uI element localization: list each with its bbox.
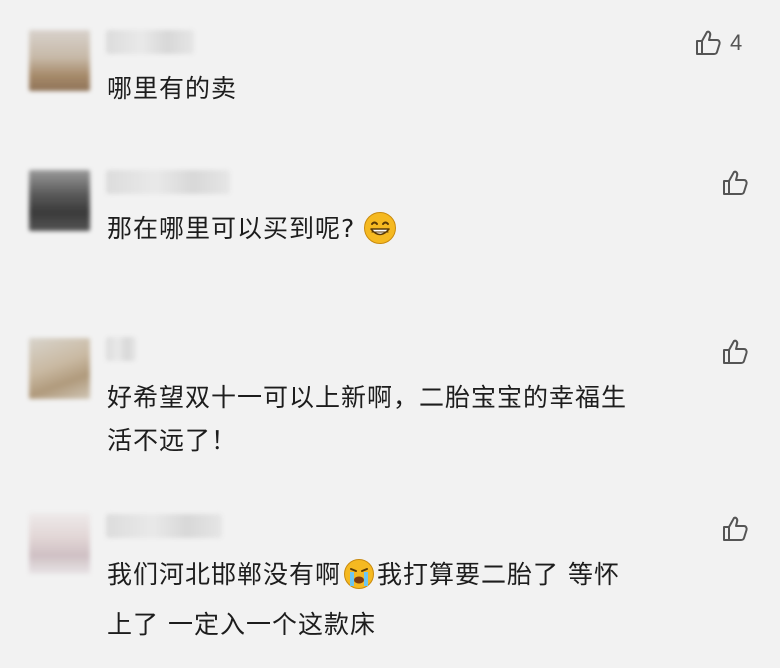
like-button[interactable] [721, 515, 749, 543]
comment-text-line: 上了 一定入一个这款床 [107, 610, 376, 639]
username[interactable] [106, 514, 222, 538]
thumbs-up-icon [723, 516, 748, 541]
comment-item: 我们河北邯郸没有啊 我打算要二胎了 等怀 上了 一定入一个这款床 [0, 0, 780, 668]
comment-text: 我们河北邯郸没有啊 我打算要二胎了 等怀 上了 一定入一个这款床 [107, 553, 747, 646]
loudly-crying-face-icon [343, 558, 375, 603]
comment-text-part: 我打算要二胎了 等怀 [377, 560, 620, 589]
comment-text-part: 我们河北邯郸没有啊 [107, 560, 342, 589]
comment-list: 哪里有的卖 4 那在哪里可以买到呢? 好希望双十一可以上新啊，二胎宝宝的幸福生 … [0, 0, 780, 668]
avatar[interactable] [29, 513, 90, 574]
comment-text-line: 我们河北邯郸没有啊 我打算要二胎了 等怀 [107, 553, 747, 603]
